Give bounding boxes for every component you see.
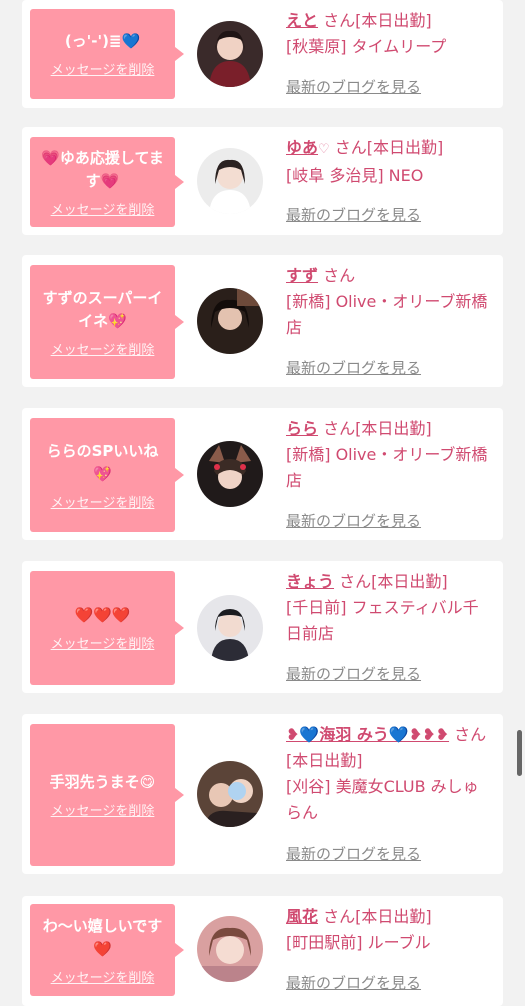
latest-blog-link[interactable]: 最新のブログを見る xyxy=(286,357,421,378)
message-card: (っ'-')≣💙 メッセージを削除 えと さん[本日出勤] [秋葉原] タイムリ… xyxy=(22,0,503,108)
delete-message-link[interactable]: メッセージを削除 xyxy=(51,492,155,511)
avatar[interactable] xyxy=(197,21,263,87)
message-card: すずのスーパーイイネ💖 メッセージを削除 すず さん [新橋] Olive・オリ… xyxy=(22,255,503,387)
sender-info: きょう さん[本日出勤] [千日前] フェスティバル千日前店 xyxy=(286,569,494,647)
delete-message-link[interactable]: メッセージを削除 xyxy=(51,339,155,358)
message-text: 💗ゆあ応援してます💗 xyxy=(41,148,164,190)
sender-status: さん[本日出勤] xyxy=(323,419,432,438)
delete-message-link[interactable]: メッセージを削除 xyxy=(51,967,155,986)
delete-message-link[interactable]: メッセージを削除 xyxy=(51,633,155,652)
sender-name-link[interactable]: えと xyxy=(286,11,318,30)
message-bubble: 手羽先うまそ😋 メッセージを削除 xyxy=(30,724,184,866)
sender-status: さん[本日出勤] xyxy=(323,11,432,30)
message-card: わ〜い嬉しいです❤️ メッセージを削除 風花 さん[本日出勤] [町田駅前] ル… xyxy=(22,896,503,1006)
name-heart-mark: ♡ xyxy=(318,142,330,157)
shop-name: [刈谷] 美魔女CLUB みしゅらん xyxy=(286,777,479,822)
latest-blog-link[interactable]: 最新のブログを見る xyxy=(286,76,421,97)
latest-blog-link[interactable]: 最新のブログを見る xyxy=(286,972,421,993)
latest-blog-link[interactable]: 最新のブログを見る xyxy=(286,663,421,684)
delete-message-link[interactable]: メッセージを削除 xyxy=(51,199,155,218)
sender-name-link[interactable]: きょう xyxy=(286,572,334,591)
message-card: 手羽先うまそ😋 メッセージを削除 ❥💙海羽 みう💙❥❥❥ さん[本日出勤] [刈… xyxy=(22,714,503,874)
sender-info: らら さん[本日出勤] [新橋] Olive・オリーブ新橋店 xyxy=(286,416,494,494)
message-text: ❤️❤️❤️ xyxy=(74,606,131,624)
sender-info: ❥💙海羽 みう💙❥❥❥ さん[本日出勤] [刈谷] 美魔女CLUB みしゅらん xyxy=(286,722,494,826)
sender-info: ゆあ♡ さん[本日出勤] [岐阜 多治見] NEO xyxy=(286,135,494,189)
avatar[interactable] xyxy=(197,595,263,661)
sender-name-link[interactable]: らら xyxy=(286,419,318,438)
message-text: ららのSPいいね💖 xyxy=(46,441,159,483)
message-bubble: 💗ゆあ応援してます💗 メッセージを削除 xyxy=(30,137,184,227)
sender-name-link[interactable]: すず xyxy=(286,266,318,285)
avatar[interactable] xyxy=(197,916,263,982)
message-bubble: ❤️❤️❤️ メッセージを削除 xyxy=(30,571,184,685)
avatar[interactable] xyxy=(197,288,263,354)
shop-name: [新橋] Olive・オリーブ新橋店 xyxy=(286,292,488,337)
sender-status: さん[本日出勤] xyxy=(334,138,444,157)
avatar[interactable] xyxy=(197,441,263,507)
sender-status: さん xyxy=(323,266,356,285)
message-card: 💗ゆあ応援してます💗 メッセージを削除 ゆあ♡ さん[本日出勤] [岐阜 多治見… xyxy=(22,127,503,235)
message-text: わ〜い嬉しいです❤️ xyxy=(42,916,163,958)
shop-name: [秋葉原] タイムリープ xyxy=(286,37,447,56)
message-text: 手羽先うまそ😋 xyxy=(49,773,156,791)
message-card: ❤️❤️❤️ メッセージを削除 きょう さん[本日出勤] [千日前] フェスティ… xyxy=(22,561,503,693)
shop-name: [千日前] フェスティバル千日前店 xyxy=(286,598,479,643)
avatar[interactable] xyxy=(197,761,263,827)
sender-status: さん[本日出勤] xyxy=(323,907,432,926)
sender-name-link[interactable]: ❥💙海羽 みう💙❥❥❥ xyxy=(286,725,449,744)
message-text: すずのスーパーイイネ💖 xyxy=(42,288,163,330)
message-bubble: (っ'-')≣💙 メッセージを削除 xyxy=(30,9,184,99)
delete-message-link[interactable]: メッセージを削除 xyxy=(51,800,155,819)
latest-blog-link[interactable]: 最新のブログを見る xyxy=(286,510,421,531)
message-bubble: ららのSPいいね💖 メッセージを削除 xyxy=(30,418,184,532)
shop-name: [新橋] Olive・オリーブ新橋店 xyxy=(286,445,488,490)
message-bubble: すずのスーパーイイネ💖 メッセージを削除 xyxy=(30,265,184,379)
shop-name: [町田駅前] ルーブル xyxy=(286,933,431,952)
sender-status: さん[本日出勤] xyxy=(339,572,448,591)
sender-info: 風花 さん[本日出勤] [町田駅前] ルーブル xyxy=(286,904,494,956)
latest-blog-link[interactable]: 最新のブログを見る xyxy=(286,843,421,864)
sender-info: えと さん[本日出勤] [秋葉原] タイムリープ xyxy=(286,8,494,60)
shop-name: [岐阜 多治見] NEO xyxy=(286,166,424,185)
delete-message-link[interactable]: メッセージを削除 xyxy=(51,59,155,78)
sender-info: すず さん [新橋] Olive・オリーブ新橋店 xyxy=(286,263,494,341)
sender-name-link[interactable]: ゆあ xyxy=(286,138,318,157)
message-text: (っ'-')≣💙 xyxy=(64,32,141,50)
scrollbar-thumb[interactable] xyxy=(517,730,522,776)
message-bubble: わ〜い嬉しいです❤️ メッセージを削除 xyxy=(30,904,184,996)
avatar[interactable] xyxy=(197,148,263,214)
message-card: ららのSPいいね💖 メッセージを削除 らら さん[本日出勤] [新橋] Oliv… xyxy=(22,408,503,540)
sender-name-link[interactable]: 風花 xyxy=(286,907,318,926)
latest-blog-link[interactable]: 最新のブログを見る xyxy=(286,204,421,225)
